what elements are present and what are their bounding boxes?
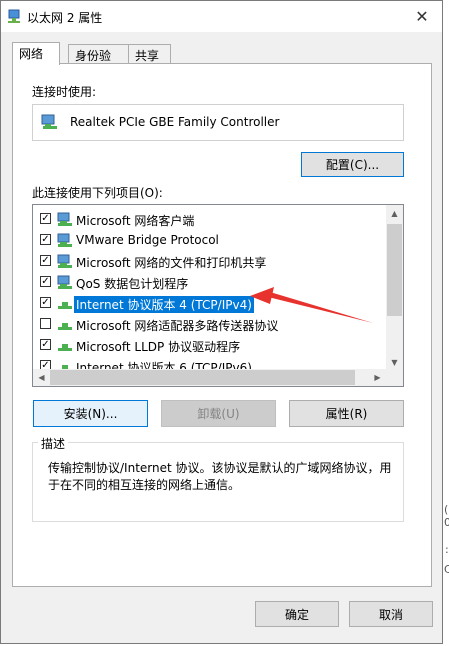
properties-dialog: 以太网 2 属性 ✕ 网络 身份验证 共享 连接时使用: Realtek PCI… [0,0,443,644]
scrollbar-corner [386,369,403,386]
checkbox[interactable]: ✓ [40,255,51,266]
description-legend: 描述 [38,435,69,452]
network-client-icon [57,212,72,226]
list-item-label: Microsoft 网络客户端 [76,214,195,228]
list-item[interactable]: ✓ VMware Bridge Protocol [33,230,386,251]
list-item[interactable]: Microsoft 网络适配器多路传送器协议 [33,314,386,335]
horizontal-scrollbar[interactable]: ◀ ▶ [33,369,386,386]
install-button[interactable]: 安装(N)... [33,400,148,427]
protocol-icon [58,323,72,330]
network-client-icon [57,275,72,289]
list-item-label: Internet 协议版本 4 (TCP/IPv4) [74,296,254,313]
components-list[interactable]: ✓ Microsoft 网络客户端 ✓ VMware Bridge Protoc… [32,204,404,387]
list-item-label: Microsoft 网络的文件和打印机共享 [76,256,267,270]
network-client-icon [57,254,72,268]
adapter-field: Realtek PCIe GBE Family Controller [32,104,404,141]
protocol-icon [58,344,72,351]
background-window-fragment: C [444,563,449,576]
checkbox[interactable]: ✓ [40,276,51,287]
ok-button[interactable]: 确定 [255,601,339,627]
list-item-label: Microsoft 网络适配器多路传送器协议 [76,319,279,333]
close-icon: ✕ [415,6,429,26]
scroll-left-icon[interactable]: ◀ [33,369,50,386]
tab-sharing[interactable]: 共享 [128,44,171,64]
network-card-icon [41,114,57,129]
list-item[interactable]: ✓ Microsoft 网络客户端 [33,209,386,230]
protocol-icon [58,302,72,309]
configure-button[interactable]: 配置(C)... [301,152,404,177]
vertical-scrollbar[interactable]: ▲ ▼ [386,205,403,371]
checkbox[interactable]: ✓ [40,213,51,224]
network-client-icon [57,233,72,247]
title-bar: 以太网 2 属性 ✕ [1,1,442,32]
connect-using-label: 连接时使用: [32,85,97,99]
tab-network[interactable]: 网络 [12,42,60,65]
window-title: 以太网 2 属性 [27,11,103,25]
checkbox[interactable] [40,318,51,329]
checkbox[interactable]: ✓ [40,234,51,245]
tab-authentication[interactable]: 身份验证 [68,44,129,80]
properties-button[interactable]: 属性(R) [289,400,404,427]
uninstall-button[interactable]: 卸载(U) [161,400,276,427]
description-text: 传输控制协议/Internet 协议。该协议是默认的广域网络协议，用于在不同的相… [48,461,392,492]
adapter-name: Realtek PCIe GBE Family Controller [70,115,280,129]
list-item-label: QoS 数据包计划程序 [76,277,189,291]
tab-label: 共享 [135,49,160,63]
network-adapter-icon [8,9,20,23]
scroll-right-icon[interactable]: ▶ [369,369,386,386]
cancel-button[interactable]: 取消 [349,601,433,627]
vertical-scroll-thumb[interactable] [387,224,402,316]
list-item[interactable]: ✓ Microsoft 网络的文件和打印机共享 [33,251,386,272]
background-window-fragment: : [445,543,449,556]
scroll-up-icon[interactable]: ▲ [386,205,403,222]
checkbox[interactable]: ✓ [40,297,51,308]
close-button[interactable]: ✕ [402,1,442,31]
background-window-fragment: ( 0 [444,503,449,529]
list-item-label: VMware Bridge Protocol [76,233,219,247]
list-item-selected[interactable]: ✓ Internet 协议版本 4 (TCP/IPv4) [33,293,386,314]
list-item-label: Microsoft LLDP 协议驱动程序 [76,340,241,354]
list-item[interactable]: ✓ Microsoft LLDP 协议驱动程序 [33,335,386,356]
items-label: 此连接使用下列项目(O): [32,186,163,200]
tab-label: 网络 [19,47,44,61]
checkbox[interactable]: ✓ [40,339,51,350]
horizontal-scroll-thumb[interactable] [50,370,355,385]
list-item[interactable]: ✓ QoS 数据包计划程序 [33,272,386,293]
